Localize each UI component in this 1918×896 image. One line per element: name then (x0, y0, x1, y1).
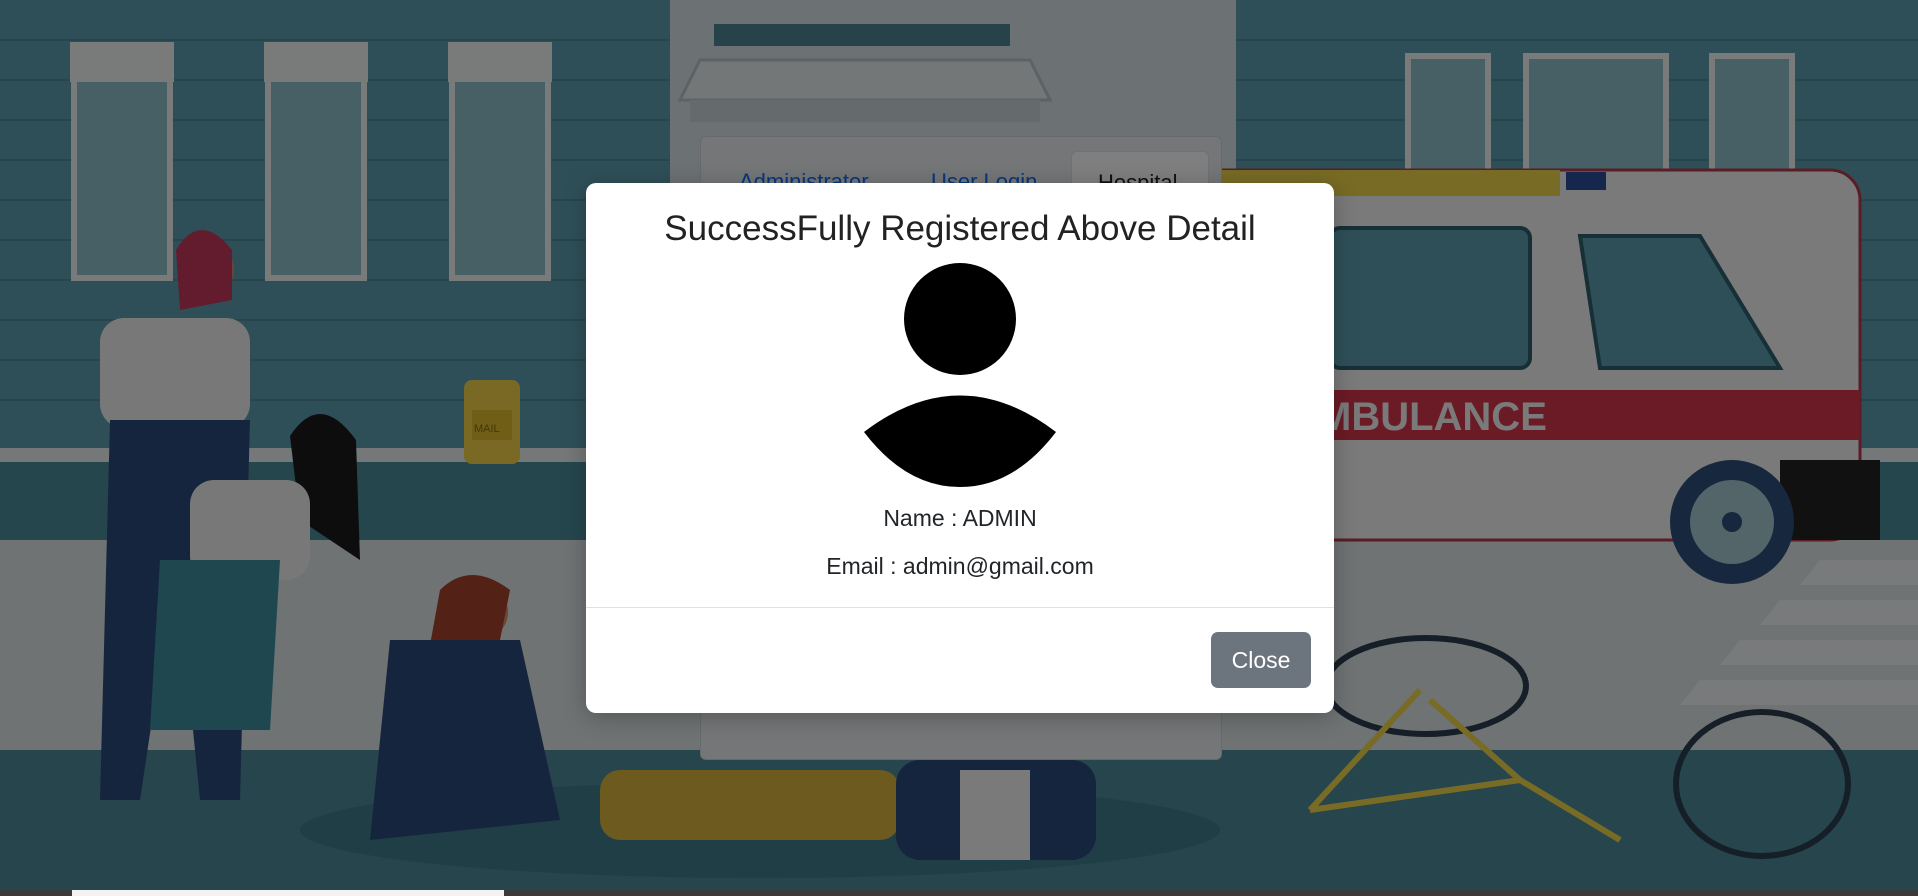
registration-success-modal: SuccessFully Registered Above Detail Nam… (586, 183, 1334, 713)
page: MAIL MBULANCE (0, 0, 1918, 896)
registered-email: Email : admin@gmail.com (826, 553, 1094, 579)
registered-name: Name : ADMIN (883, 505, 1037, 531)
modal-title: SuccessFully Registered Above Detail (664, 209, 1256, 248)
close-button[interactable]: Close (1211, 632, 1311, 688)
modal-footer-divider (586, 607, 1334, 608)
user-avatar-icon (864, 263, 1056, 487)
bottom-scroll-indicator[interactable] (72, 890, 504, 896)
